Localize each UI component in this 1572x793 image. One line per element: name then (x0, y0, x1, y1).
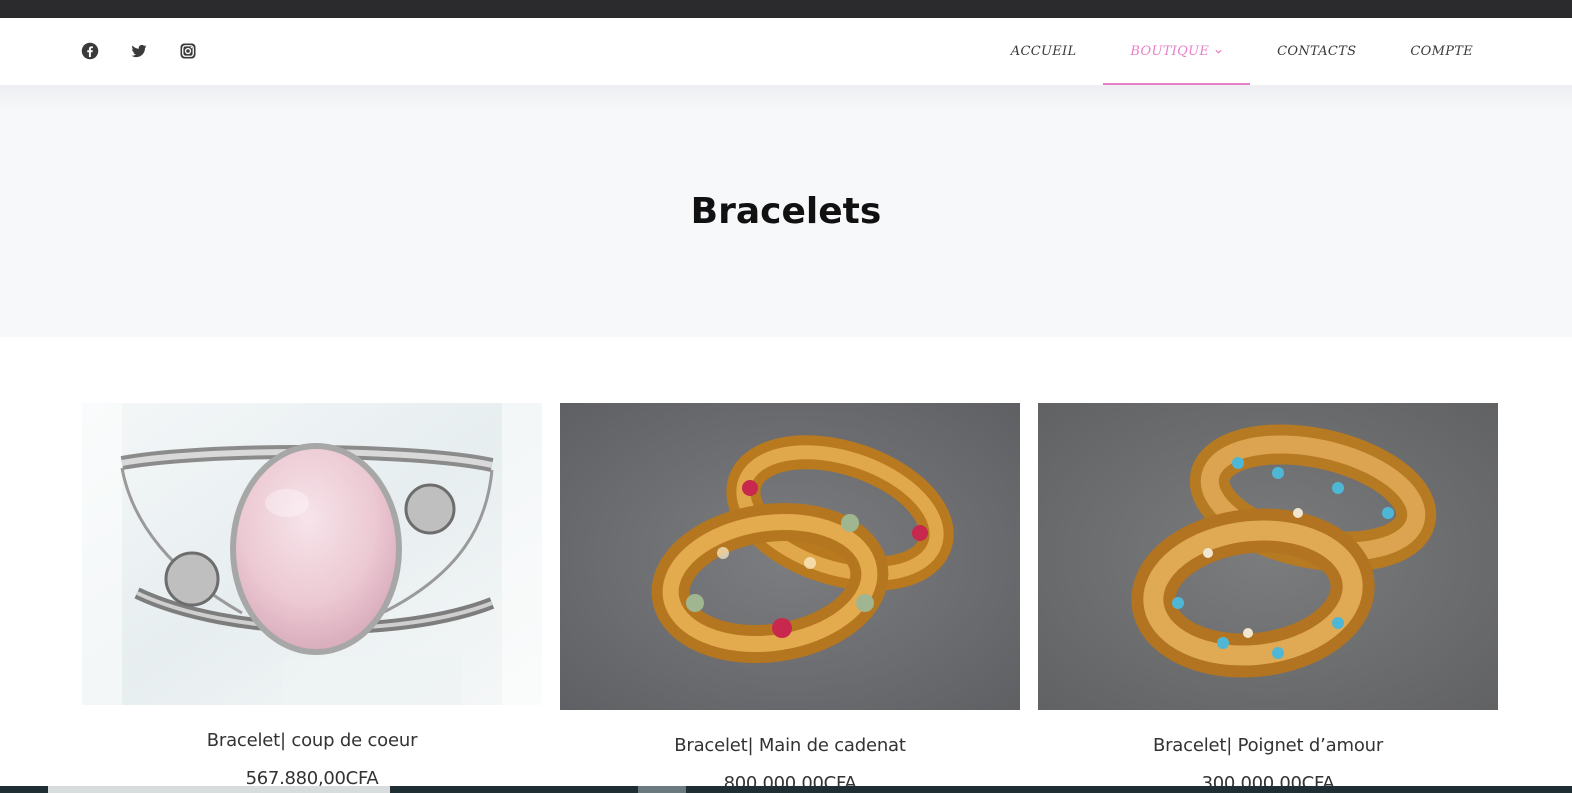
bottom-bar-segment (48, 786, 390, 793)
site-header: ACCUEIL BOUTIQUE CONTACTS COMPTE (0, 18, 1572, 85)
bottom-bar-segment (638, 786, 686, 793)
bottom-bar (0, 786, 1572, 793)
nav-item-label: COMPTE (1410, 44, 1473, 59)
product-image[interactable] (82, 403, 542, 705)
instagram-icon[interactable] (179, 42, 197, 60)
product-card: Bracelet| Main de cadenat 800.000,00CFA (560, 403, 1020, 793)
main-nav: ACCUEIL BOUTIQUE CONTACTS COMPTE (984, 18, 1500, 85)
product-card: Bracelet| coup de coeur 567.880,00CFA (82, 403, 542, 789)
nav-item-accueil[interactable]: ACCUEIL (984, 18, 1104, 85)
product-image[interactable] (560, 403, 1020, 710)
product-image[interactable] (1038, 403, 1498, 710)
product-title[interactable]: Bracelet| Poignet d’amour (1038, 735, 1498, 756)
nav-item-label: ACCUEIL (1010, 44, 1077, 59)
product-title[interactable]: Bracelet| Main de cadenat (560, 735, 1020, 756)
facebook-icon[interactable] (81, 42, 99, 60)
product-grid: Bracelet| coup de coeur 567.880,00CFA Br… (82, 403, 1498, 793)
product-card: Bracelet| Poignet d’amour 300.000,00CFA (1038, 403, 1498, 793)
twitter-icon[interactable] (130, 42, 148, 60)
social-links (81, 42, 197, 60)
page-title: Bracelets (690, 190, 882, 232)
product-title[interactable]: Bracelet| coup de coeur (82, 730, 542, 751)
nav-item-label: CONTACTS (1277, 44, 1357, 59)
nav-item-label: BOUTIQUE (1130, 44, 1210, 59)
page-hero: Bracelets (0, 85, 1572, 337)
nav-item-contacts[interactable]: CONTACTS (1250, 18, 1383, 85)
chevron-down-icon (1215, 49, 1222, 54)
nav-item-boutique[interactable]: BOUTIQUE (1103, 18, 1250, 85)
top-bar (0, 0, 1572, 18)
nav-item-compte[interactable]: COMPTE (1383, 18, 1500, 85)
